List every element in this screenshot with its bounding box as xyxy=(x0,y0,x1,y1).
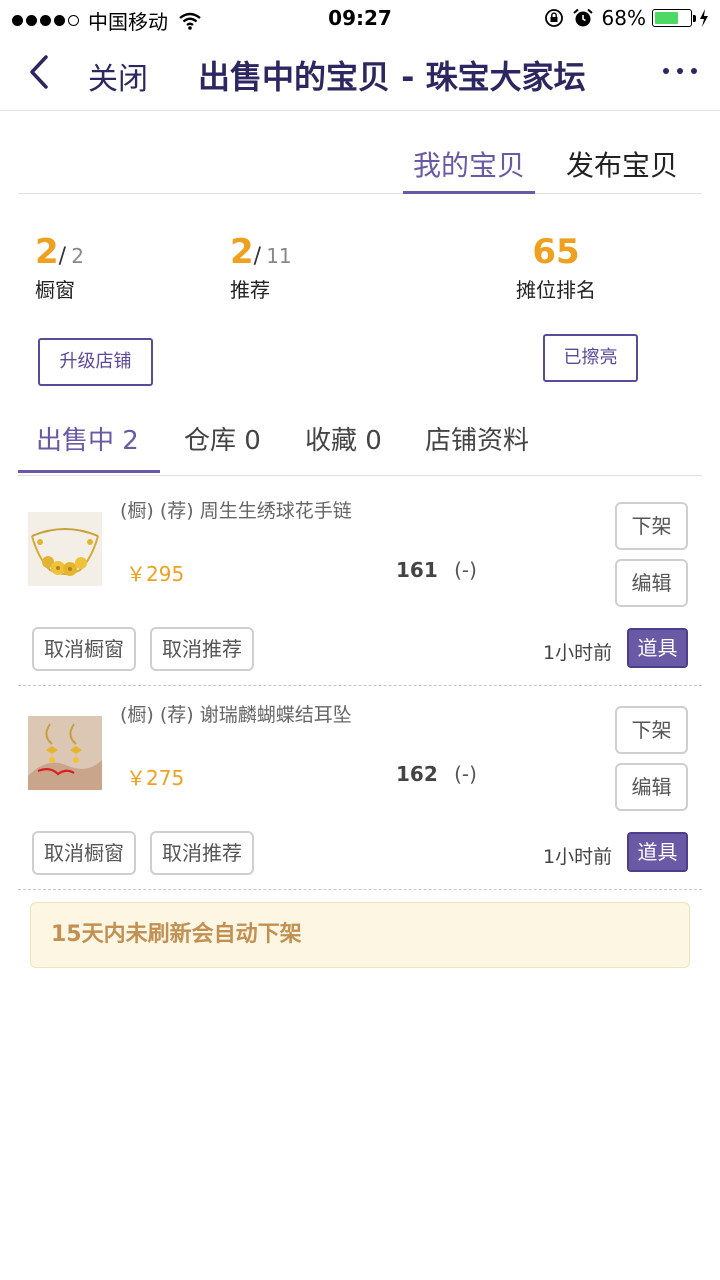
sub-tabs: 出售中 2 仓库 0 收藏 0 店铺资料 xyxy=(18,406,702,476)
upgrade-shop-button[interactable]: 升级店铺 xyxy=(38,338,153,386)
cancel-recommend-button[interactable]: 取消推荐 xyxy=(150,831,254,875)
battery-icon xyxy=(652,9,696,27)
off-shelf-button[interactable]: 下架 xyxy=(615,706,688,754)
tab-warehouse[interactable]: 仓库 0 xyxy=(184,420,261,457)
cancel-window-button[interactable]: 取消橱窗 xyxy=(32,831,136,875)
status-right: 68% xyxy=(544,6,710,30)
prop-button[interactable]: 道具 xyxy=(627,628,688,668)
item-title[interactable]: (橱) (荐) 谢瑞麟蝴蝶结耳坠 xyxy=(120,700,352,727)
earring-image-icon xyxy=(28,716,102,790)
charging-icon xyxy=(700,9,708,27)
prop-button[interactable]: 道具 xyxy=(627,832,688,872)
more-icon[interactable] xyxy=(660,56,700,86)
polished-button[interactable]: 已擦亮 xyxy=(543,334,638,382)
stat-recommend-value: 2 xyxy=(230,232,254,272)
active-tab-indicator xyxy=(18,470,160,473)
stat-rank-label: 摊位排名 xyxy=(516,278,596,302)
stat-window: 2/ 2 橱窗 xyxy=(35,232,84,303)
item-count: 162 (-) xyxy=(396,762,477,786)
nav-bar: 关闭 出售中的宝贝 - 珠宝大家坛 xyxy=(0,36,720,111)
tab-favorites[interactable]: 收藏 0 xyxy=(305,420,382,457)
edit-button[interactable]: 编辑 xyxy=(615,559,688,607)
cancel-window-button[interactable]: 取消橱窗 xyxy=(32,627,136,671)
stat-rank-value: 65 xyxy=(532,232,580,272)
item-count-value: 161 xyxy=(396,558,438,582)
item-title[interactable]: (橱) (荐) 周生生绣球花手链 xyxy=(120,496,352,523)
stat-recommend-label: 推荐 xyxy=(230,278,270,302)
tab-shop-info[interactable]: 店铺资料 xyxy=(425,420,529,457)
edit-button[interactable]: 编辑 xyxy=(615,763,688,811)
bracelet-image-icon xyxy=(28,512,102,586)
tab-on-sale[interactable]: 出售中 2 xyxy=(36,420,139,457)
close-button[interactable]: 关闭 xyxy=(88,54,148,98)
status-bar: 中国移动 09:27 68% xyxy=(0,0,720,36)
battery-percent: 68% xyxy=(601,6,646,30)
stat-window-slash: / xyxy=(58,244,67,269)
back-chevron-icon[interactable] xyxy=(24,52,60,92)
item-count-suffix: (-) xyxy=(454,762,477,786)
list-item: (橱) (荐) 谢瑞麟蝴蝶结耳坠 ￥275 162 (-) 下架 编辑 取消橱窗… xyxy=(18,686,702,890)
auto-delist-notice: 15天内未刷新会自动下架 xyxy=(30,902,690,968)
cancel-recommend-button[interactable]: 取消推荐 xyxy=(150,627,254,671)
item-time-ago: 1小时前 xyxy=(543,846,613,868)
stat-window-total: 2 xyxy=(71,244,84,268)
off-shelf-button[interactable]: 下架 xyxy=(615,502,688,550)
stat-recommend: 2/ 11 推荐 xyxy=(230,232,292,303)
item-count: 161 (-) xyxy=(396,558,477,582)
item-price: ￥295 xyxy=(126,562,185,586)
item-count-suffix: (-) xyxy=(454,558,477,582)
item-price: ￥275 xyxy=(126,766,185,790)
tab-publish-item[interactable]: 发布宝贝 xyxy=(566,144,678,184)
rotation-lock-icon xyxy=(544,9,563,27)
product-thumbnail[interactable] xyxy=(28,716,102,790)
stat-recommend-total: 11 xyxy=(266,244,292,268)
stat-rank: 65 摊位排名 xyxy=(514,232,598,303)
stat-window-value: 2 xyxy=(35,232,59,272)
stat-recommend-slash: / xyxy=(253,244,262,269)
stat-window-label: 橱窗 xyxy=(35,278,75,302)
top-tabs: 我的宝贝 发布宝贝 xyxy=(18,112,702,194)
item-count-value: 162 xyxy=(396,762,438,786)
page-title: 出售中的宝贝 - 珠宝大家坛 xyxy=(198,58,586,96)
item-time-ago: 1小时前 xyxy=(543,642,613,664)
list-item: (橱) (荐) 周生生绣球花手链 ￥295 161 (-) 下架 编辑 取消橱窗… xyxy=(18,482,702,686)
tab-my-items[interactable]: 我的宝贝 xyxy=(403,144,535,194)
product-thumbnail[interactable] xyxy=(28,512,102,586)
alarm-icon xyxy=(572,8,593,27)
